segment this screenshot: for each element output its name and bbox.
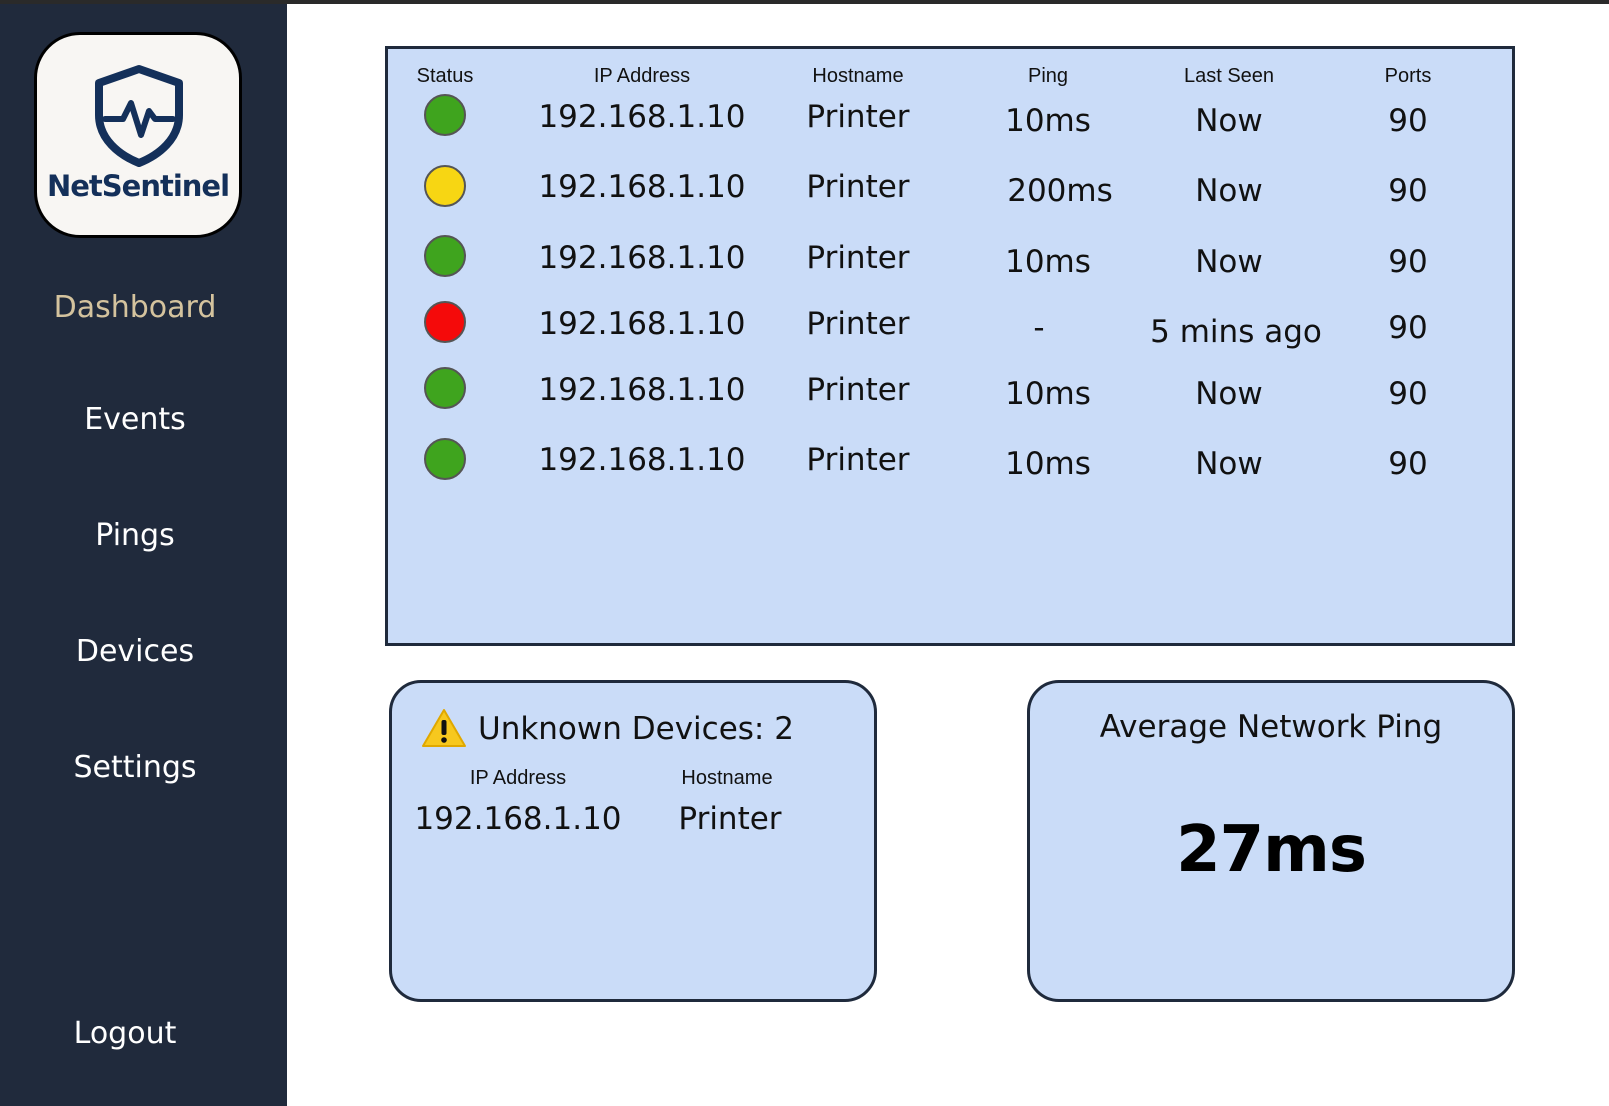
- logo-text: NetSentinel: [46, 169, 230, 203]
- status-indicator: [424, 235, 466, 277]
- warning-icon: [422, 709, 466, 747]
- cell-ping: 10ms: [1005, 244, 1091, 280]
- column-header-hostname: Hostname: [681, 767, 773, 789]
- column-header-hostname: Hostname: [812, 65, 904, 87]
- cell-last-seen: Now: [1195, 376, 1263, 412]
- average-ping-card: Average Network Ping 27ms: [1027, 680, 1515, 1002]
- column-header-ip-address: IP Address: [593, 65, 691, 87]
- cell-hostname: Printer: [806, 240, 910, 276]
- nav-item-devices[interactable]: Devices: [0, 634, 270, 669]
- cell-hostname: Printer: [806, 306, 910, 342]
- logout-button[interactable]: Logout: [0, 1016, 250, 1051]
- column-header-ports: Ports: [1384, 65, 1432, 87]
- cell-ports: 90: [1388, 310, 1428, 346]
- nav-item-pings[interactable]: Pings: [0, 518, 270, 553]
- cell-ports: 90: [1388, 446, 1428, 482]
- unknown-device-hostname: Printer: [678, 801, 782, 837]
- cell-ports: 90: [1388, 376, 1428, 412]
- cell-last-seen: Now: [1195, 446, 1263, 482]
- cell-ip-address: 192.168.1.10: [538, 99, 746, 135]
- cell-last-seen: Now: [1195, 103, 1263, 139]
- cell-ports: 90: [1388, 103, 1428, 139]
- status-indicator: [424, 438, 466, 480]
- status-indicator: [424, 301, 466, 343]
- cell-ping: 10ms: [1005, 376, 1091, 412]
- status-indicator: [424, 367, 466, 409]
- nav-item-dashboard[interactable]: Dashboard: [0, 290, 270, 325]
- app-logo: NetSentinel: [34, 32, 242, 238]
- cell-hostname: Printer: [806, 169, 910, 205]
- cell-ip-address: 192.168.1.10: [538, 442, 746, 478]
- cell-ports: 90: [1388, 244, 1428, 280]
- cell-ip-address: 192.168.1.10: [538, 240, 746, 276]
- column-header-ip-address: IP Address: [469, 767, 567, 789]
- cell-ports: 90: [1388, 173, 1428, 209]
- average-ping-value: 27ms: [1176, 813, 1367, 887]
- unknown-device-ip: 192.168.1.10: [414, 801, 622, 837]
- nav-item-events[interactable]: Events: [0, 402, 270, 437]
- cell-hostname: Printer: [806, 99, 910, 135]
- cell-ping: -: [1033, 310, 1045, 346]
- unknown-devices-title: Unknown Devices: 2: [478, 711, 794, 747]
- sidebar: NetSentinel Dashboard Events Pings Devic…: [0, 4, 287, 1106]
- status-indicator: [424, 165, 466, 207]
- unknown-devices-card: Unknown Devices: 2 IP Address Hostname 1…: [389, 680, 877, 1002]
- cell-ping: 200ms: [1007, 173, 1113, 209]
- cell-ip-address: 192.168.1.10: [538, 372, 746, 408]
- shield-heartbeat-icon: [95, 65, 183, 167]
- status-indicator: [424, 94, 466, 136]
- cell-ip-address: 192.168.1.10: [538, 169, 746, 205]
- column-header-status: Status: [416, 65, 474, 87]
- cell-last-seen: Now: [1195, 173, 1263, 209]
- cell-hostname: Printer: [806, 372, 910, 408]
- column-header-last-seen: Last Seen: [1183, 65, 1275, 87]
- cell-last-seen: 5 mins ago: [1150, 314, 1322, 350]
- nav-item-settings[interactable]: Settings: [0, 750, 270, 785]
- cell-ip-address: 192.168.1.10: [538, 306, 746, 342]
- devices-table: Status IP Address Hostname Ping Last See…: [385, 46, 1515, 646]
- cell-ping: 10ms: [1005, 446, 1091, 482]
- cell-last-seen: Now: [1195, 244, 1263, 280]
- cell-hostname: Printer: [806, 442, 910, 478]
- average-ping-title: Average Network Ping: [1099, 709, 1443, 745]
- column-header-ping: Ping: [1027, 65, 1069, 87]
- cell-ping: 10ms: [1005, 103, 1091, 139]
